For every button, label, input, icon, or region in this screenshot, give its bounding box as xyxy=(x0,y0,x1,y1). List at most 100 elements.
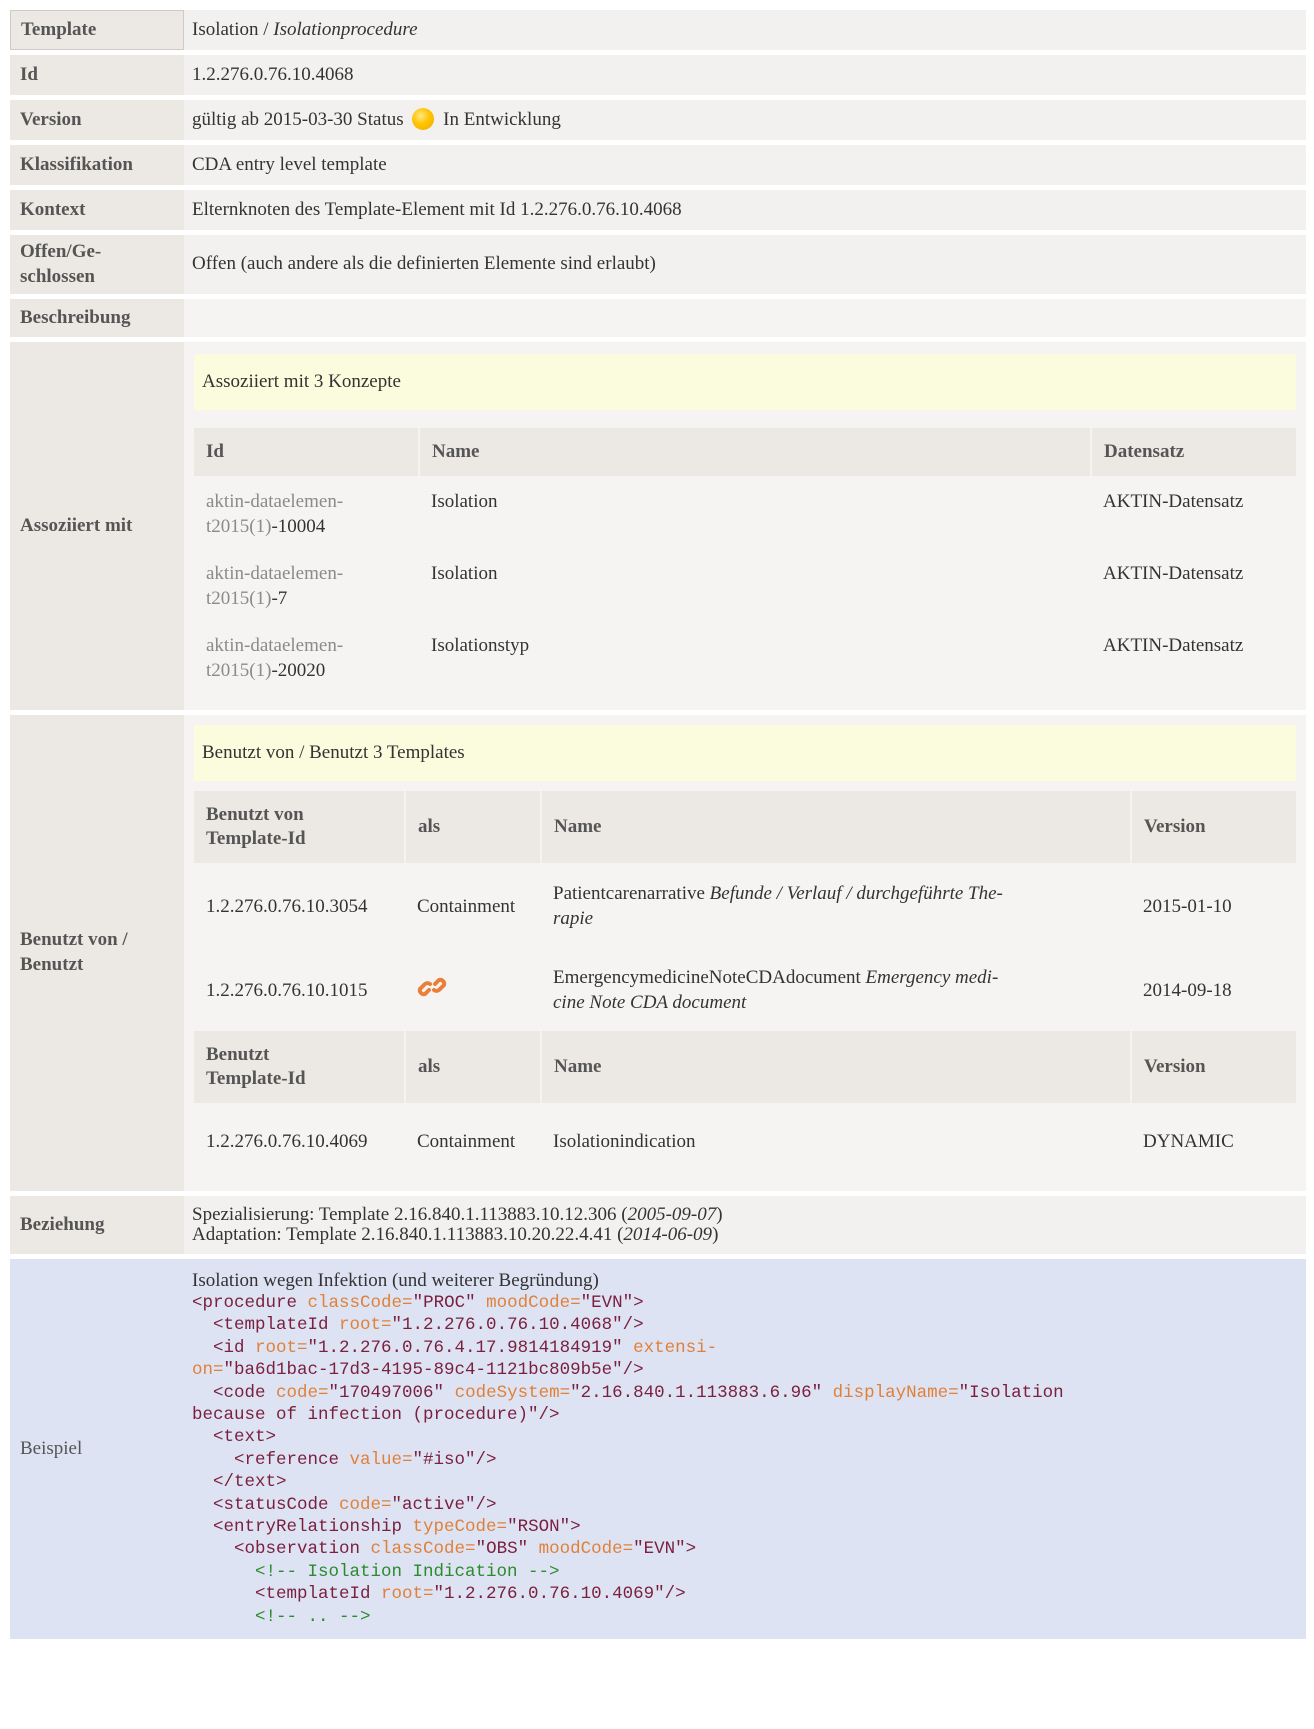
code-token: moodCode= xyxy=(538,1539,634,1560)
label-offen: Offen/Ge-schlossen xyxy=(10,235,184,294)
assoc-id-part: t2015(1) xyxy=(206,659,272,681)
beziehung-close: ) xyxy=(712,1224,719,1245)
used-by-version: 2014-09-18 xyxy=(1143,979,1232,1001)
example-code-block: <procedure classCode="PROC" moodCode="EV… xyxy=(192,1292,1298,1628)
label-beschreibung: Beschreibung xyxy=(10,299,184,337)
assoc-name: Isolation xyxy=(431,491,498,512)
used-header: Benutzt von / Benutzt 3 Templates xyxy=(194,725,1296,781)
code-line: <text> xyxy=(192,1426,1298,1448)
code-token: "1.2.276.0.76.10.4069"/> xyxy=(433,1584,686,1605)
uses-col-version: Version xyxy=(1130,1031,1296,1103)
row-beziehung: Beziehung Spezialisierung: Template 2.16… xyxy=(10,1196,1306,1254)
code-token: "1.2.276.0.76.10.4068"/> xyxy=(391,1315,644,1336)
code-token: "#iso"/> xyxy=(412,1449,497,1470)
beziehung-text: Spezialisierung: Template 2.16.840.1.113… xyxy=(192,1204,628,1225)
uses-header-row: Benutzt Template-Id als Name Version xyxy=(194,1031,1296,1103)
code-token: root= xyxy=(381,1584,434,1605)
value-version: gültig ab 2015-03-30 Status In Entwicklu… xyxy=(184,100,1306,140)
code-token: classCode= xyxy=(307,1292,413,1313)
label-beziehung: Beziehung xyxy=(10,1196,184,1254)
row-assoziiert: Assoziiert mit Assoziiert mit 3 Konzepte… xyxy=(10,342,1306,710)
code-token: "OBS" xyxy=(475,1539,539,1560)
status-text: In Entwicklung xyxy=(443,108,561,130)
code-line: <templateId root="1.2.276.0.76.10.4068"/… xyxy=(192,1314,1298,1336)
example-title: Isolation wegen Infektion (und weiterer … xyxy=(192,1269,599,1291)
assoc-dataset: AKTIN-Datensatz xyxy=(1103,563,1244,584)
row-version: Version gültig ab 2015-03-30 Status In E… xyxy=(10,100,1306,140)
code-token: codeSystem= xyxy=(454,1382,571,1403)
code-token: typeCode= xyxy=(412,1517,508,1538)
assoc-col-dataset: Datensatz xyxy=(1090,428,1296,476)
uses-id[interactable]: 1.2.276.0.76.10.4069 xyxy=(194,1103,405,1181)
code-token: classCode= xyxy=(370,1539,476,1560)
code-token: <!-- .. --> xyxy=(192,1606,371,1627)
version-prefix: gültig ab 2015-03-30 Status xyxy=(192,108,404,130)
row-kontext: Kontext Elternknoten des Template-Elemen… xyxy=(10,190,1306,230)
used-by-id[interactable]: 1.2.276.0.76.10.3054 xyxy=(194,863,405,951)
value-beispiel: Isolation wegen Infektion (und weiterer … xyxy=(184,1259,1306,1639)
label-version: Version xyxy=(10,100,184,140)
assoc-id-cell[interactable]: aktin-dataelemen-t2015(1)-7 xyxy=(194,552,419,624)
code-token: "EVN"> xyxy=(580,1292,644,1313)
assoc-id-part: aktin-dataelemen- xyxy=(206,563,344,584)
code-token: because of infection (procedure)"/> xyxy=(192,1404,560,1425)
assoc-col-id: Id xyxy=(194,428,419,476)
code-line: because of infection (procedure)"/> xyxy=(192,1404,1298,1426)
beziehung-text: Adaptation: Template 2.16.840.1.113883.1… xyxy=(192,1224,624,1245)
code-token: <statusCode xyxy=(192,1494,340,1515)
code-token: <procedure xyxy=(192,1292,308,1313)
assoc-table: Id Name Datensatz aktin-dataelemen-t2015… xyxy=(194,428,1296,696)
uses-name: Isolationindication xyxy=(553,1130,696,1152)
label-klassifikation: Klassifikation xyxy=(10,145,184,185)
assoc-header: Assoziiert mit 3 Konzepte xyxy=(194,354,1296,410)
code-token: root= xyxy=(255,1337,308,1358)
used-table: Benutzt von Template-Id als Name Version … xyxy=(194,791,1296,1181)
code-token: <entryRelationship xyxy=(192,1517,413,1538)
code-token: <text> xyxy=(192,1427,277,1448)
value-template: Isolation / Isolationprocedure xyxy=(184,10,1306,50)
used-by-name: EmergencymedicineNoteCDAdocument xyxy=(553,967,861,989)
assoc-id-num: -10004 xyxy=(271,515,326,537)
used-by-name-cell: Patientcarenarrative Befunde / Verlauf /… xyxy=(541,863,1131,951)
code-line: <templateId root="1.2.276.0.76.10.4069"/… xyxy=(192,1583,1298,1605)
value-beschreibung xyxy=(184,299,1306,337)
value-beziehung: Spezialisierung: Template 2.16.840.1.113… xyxy=(184,1196,1306,1254)
assoc-id-num: -20020 xyxy=(271,659,326,681)
code-token: "PROC" xyxy=(412,1292,487,1313)
assoc-id-cell[interactable]: aktin-dataelemen-t2015(1)-20020 xyxy=(194,624,419,696)
value-id: 1.2.276.0.76.10.4068 xyxy=(184,55,1306,95)
used-by-name-cell: EmergencymedicineNoteCDAdocument Emergen… xyxy=(541,951,1131,1031)
label-benutzt: Benutzt von / Benutzt xyxy=(10,715,184,1191)
assoc-name: Isolation xyxy=(431,563,498,584)
code-token: <observation xyxy=(192,1539,371,1560)
assoc-id-cell[interactable]: aktin-dataelemen-t2015(1)-10004 xyxy=(194,476,419,552)
used-by-header-row: Benutzt von Template-Id als Name Version xyxy=(194,791,1296,863)
code-token: "Isolation xyxy=(958,1382,1064,1403)
used-by-col-name: Name xyxy=(540,791,1131,863)
code-token: </text> xyxy=(192,1472,287,1493)
code-line: on="ba6d1bac-17d3-4195-89c4-1121bc809b5e… xyxy=(192,1359,1298,1381)
used-by-as: Containment xyxy=(417,895,516,917)
assoc-dataset: AKTIN-Datensatz xyxy=(1103,635,1244,656)
code-token: "RSON"> xyxy=(507,1517,581,1538)
code-line: <observation classCode="OBS" moodCode="E… xyxy=(192,1538,1298,1560)
code-token: value= xyxy=(349,1449,413,1470)
code-token: "active"/> xyxy=(391,1494,497,1515)
beziehung-date: 2014-06-09 xyxy=(623,1224,713,1245)
used-by-id[interactable]: 1.2.276.0.76.10.1015 xyxy=(194,951,405,1031)
code-line: <id root="1.2.276.0.76.4.17.9814184919" … xyxy=(192,1337,1298,1359)
code-line: <statusCode code="active"/> xyxy=(192,1494,1298,1516)
beziehung-line: Spezialisierung: Template 2.16.840.1.113… xyxy=(192,1205,1298,1225)
code-token: code= xyxy=(276,1382,329,1403)
code-token: <!-- Isolation Indication --> xyxy=(192,1561,560,1582)
template-page: Template Isolation / Isolationprocedure … xyxy=(0,0,1314,1729)
beziehung-date: 2005-09-07 xyxy=(627,1204,717,1225)
label-template: Template xyxy=(10,10,184,50)
assoc-row: aktin-dataelemen-t2015(1)-20020 Isolatio… xyxy=(194,624,1296,696)
code-line: </text> xyxy=(192,1471,1298,1493)
row-template: Template Isolation / Isolationprocedure xyxy=(10,10,1306,50)
label-beispiel: Beispiel xyxy=(10,1259,184,1639)
code-token: <templateId xyxy=(192,1315,340,1336)
row-benutzt: Benutzt von / Benutzt Benutzt von / Benut… xyxy=(10,715,1306,1191)
used-by-col-version: Version xyxy=(1130,791,1296,863)
